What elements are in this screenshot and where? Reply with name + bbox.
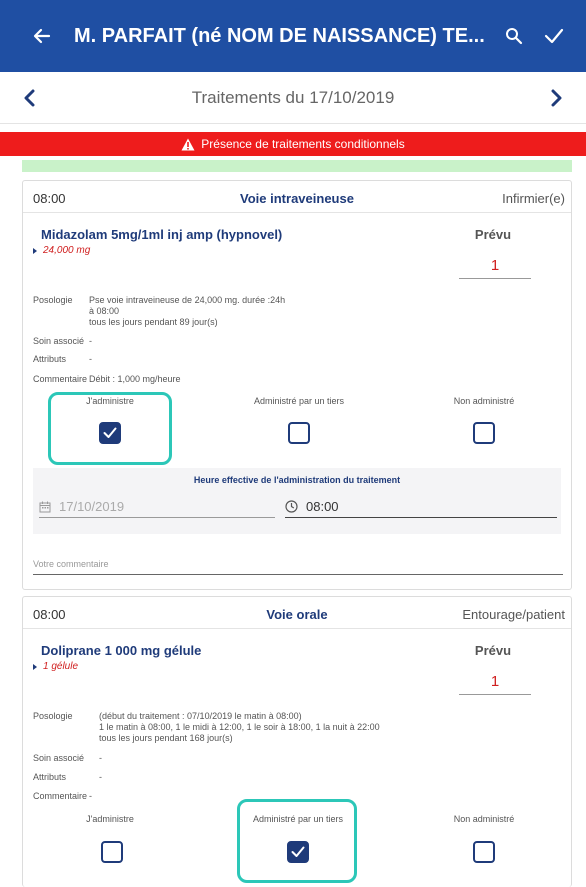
treatment-header: 08:00 Voie intraveineuse Infirmier(e) [23,181,571,213]
date-title: Traitements du 17/10/2019 [191,87,395,107]
field-value: - [89,336,92,346]
warning-icon [181,138,195,150]
search-icon[interactable] [494,27,534,45]
field-value: tous les jours pendant 89 jour(s) [89,317,218,327]
option-self-checkbox[interactable] [101,841,123,863]
planned-label: Prévu [474,227,512,242]
administration-time-value: 08:00 [306,499,339,514]
administration-date-value: 17/10/2019 [59,499,125,514]
dose-text: 1 gélule [43,661,79,672]
expand-triangle-icon [33,663,37,670]
field-value: - [99,772,102,782]
option-third-party-checkbox[interactable] [288,422,310,444]
field-value: - [89,354,92,364]
alert-text: Présence de traitements conditionnels [201,137,405,151]
expand-triangle-icon [33,247,37,254]
option-not-given-checkbox[interactable] [473,841,495,863]
app-bar: M. PARFAIT (né NOM DE NAISSANCE) TE... [0,0,586,72]
calendar-icon [39,501,51,512]
field-value: Pse voie intraveineuse de 24,000 mg. dur… [89,295,286,305]
option-self-label: J'administre [86,396,134,406]
treatment-route: Voie intraveineuse [240,191,354,206]
option-not-given-label: Non administré [453,814,515,824]
field-value: à 08:00 [89,306,120,316]
drug-dose[interactable]: 24,000 mg [33,245,90,256]
patient-title: M. PARFAIT (né NOM DE NAISSANCE) TE... [74,24,485,47]
administration-time-heading: Heure effective de l'administration du t… [193,475,401,485]
drug-name[interactable]: Doliprane 1 000 mg gélule [41,643,201,658]
administration-time-panel: Heure effective de l'administration du t… [33,468,561,534]
field-value: Débit : 1,000 mg/heure [89,374,181,384]
drug-name[interactable]: Midazolam 5mg/1ml inj amp (hypnovel) [41,227,282,242]
status-strip [22,160,572,172]
treatment-role: Infirmier(e) [502,191,565,206]
checkmark-icon [103,427,117,438]
field-value: (début du traitement : 07/10/2019 le mat… [99,711,302,721]
checkmark-icon [291,846,305,857]
option-not-given-checkbox[interactable] [473,422,495,444]
chevron-left-icon[interactable] [0,89,60,107]
administration-time-field[interactable]: 08:00 [285,496,557,518]
treatment-role: Entourage/patient [462,607,565,622]
option-not-given-label: Non administré [453,396,515,406]
arrow-left-icon[interactable] [32,26,66,46]
planned-quantity[interactable]: 1 [459,257,531,279]
comment-input[interactable]: Votre commentaire [33,559,563,575]
drug-dose[interactable]: 1 gélule [33,661,78,672]
planned-quantity[interactable]: 1 [459,673,531,695]
treatment-card: 08:00 Voie orale Entourage/patient Dolip… [22,596,572,887]
treatment-card: 08:00 Voie intraveineuse Infirmier(e) Mi… [22,180,572,590]
conditional-treatments-alert: Présence de traitements conditionnels [0,132,586,156]
field-value: 1 le matin à 08:00, 1 le midi à 12:00, 1… [99,722,380,732]
field-value: tous les jours pendant 168 jour(s) [99,733,233,743]
option-third-party-checkbox[interactable] [287,841,309,863]
option-third-party-label: Administré par un tiers [253,396,345,406]
date-navigation: Traitements du 17/10/2019 [0,72,586,124]
clock-icon [285,500,298,513]
planned-label: Prévu [474,643,512,658]
chevron-right-icon[interactable] [526,89,586,107]
option-self-label: J'administre [86,814,134,824]
dose-text: 24,000 mg [43,245,91,256]
option-self-checkbox[interactable] [99,422,121,444]
treatment-header: 08:00 Voie orale Entourage/patient [23,597,571,629]
check-icon[interactable] [534,27,574,45]
administration-date-field[interactable]: 17/10/2019 [39,496,275,518]
field-value: - [99,753,102,763]
option-third-party-label: Administré par un tiers [252,814,344,824]
